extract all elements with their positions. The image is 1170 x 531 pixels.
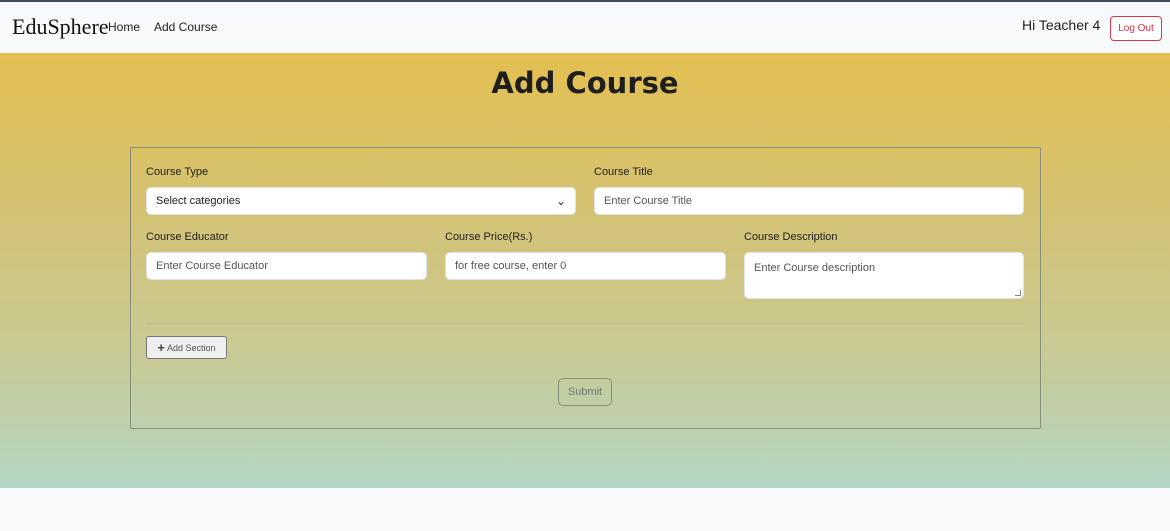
course-type-select[interactable]: Select categories ⌄ bbox=[146, 187, 576, 215]
resize-handle-icon[interactable] bbox=[1015, 290, 1021, 296]
add-section-label: Add Section bbox=[167, 342, 216, 353]
brand-logo[interactable]: EduSphere bbox=[12, 14, 109, 40]
course-title-placeholder: Enter Course Title bbox=[604, 195, 693, 207]
course-educator-placeholder: Enter Course Educator bbox=[156, 260, 268, 272]
course-type-label: Course Type bbox=[146, 166, 209, 178]
user-greeting: Hi Teacher 4 bbox=[1022, 17, 1101, 33]
course-description-label: Course Description bbox=[744, 231, 838, 243]
submit-button[interactable]: Submit bbox=[558, 378, 612, 406]
course-description-textarea[interactable]: Enter Course description bbox=[744, 252, 1024, 299]
course-educator-label: Course Educator bbox=[146, 231, 229, 243]
course-description-placeholder: Enter Course description bbox=[754, 262, 876, 274]
form-divider bbox=[146, 323, 1024, 324]
course-price-placeholder: for free course, enter 0 bbox=[455, 260, 567, 272]
course-price-input[interactable]: for free course, enter 0 bbox=[445, 252, 726, 280]
navbar: EduSphere Home Add Course Hi Teacher 4 L… bbox=[0, 2, 1170, 53]
nav-add-course-link[interactable]: Add Course bbox=[154, 20, 217, 34]
chevron-down-icon: ⌄ bbox=[555, 194, 566, 208]
course-title-label: Course Title bbox=[594, 166, 653, 178]
page-title: Add Course bbox=[491, 66, 679, 100]
add-section-button[interactable]: + Add Section bbox=[146, 336, 227, 359]
course-price-label: Course Price(Rs.) bbox=[445, 231, 533, 243]
course-educator-input[interactable]: Enter Course Educator bbox=[146, 252, 427, 280]
course-type-value: Select categories bbox=[156, 195, 241, 207]
course-title-input[interactable]: Enter Course Title bbox=[594, 187, 1024, 215]
nav-home-link[interactable]: Home bbox=[108, 20, 140, 34]
logout-button[interactable]: Log Out bbox=[1110, 16, 1162, 41]
plus-icon: + bbox=[157, 340, 166, 355]
